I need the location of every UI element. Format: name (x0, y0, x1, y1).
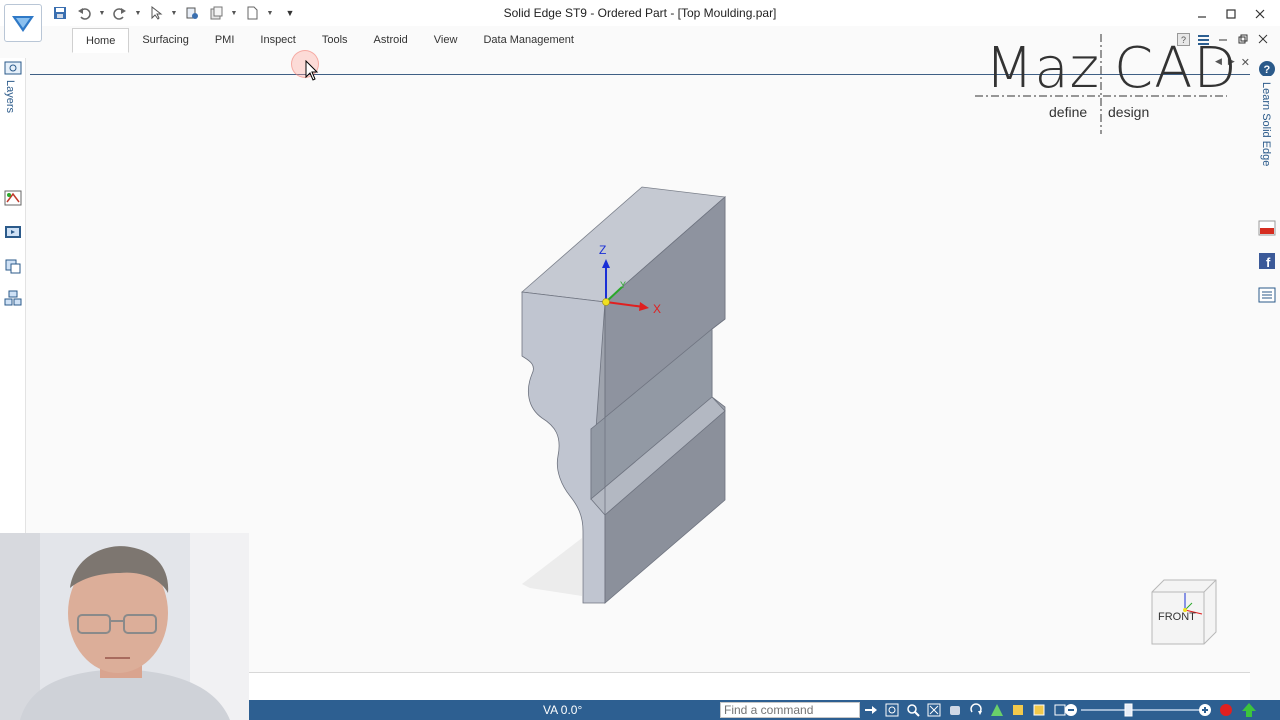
youtube-icon[interactable] (1258, 220, 1276, 236)
pathfinder-icon[interactable] (4, 190, 22, 206)
customize-icon[interactable]: ▼ (286, 4, 295, 22)
tab-astroid[interactable]: Astroid (361, 28, 421, 52)
solid-edge-logo-icon (12, 16, 34, 32)
y-axis-label: Y (620, 280, 626, 290)
learn-solid-edge-tab[interactable]: Learn Solid Edge (1260, 82, 1272, 166)
close-button[interactable] (1245, 4, 1274, 24)
minimize-button[interactable] (1187, 4, 1216, 24)
new-document-icon[interactable] (242, 4, 262, 22)
layers-panel-icon[interactable] (4, 60, 22, 76)
svg-text:?: ? (1264, 64, 1271, 76)
undo-icon[interactable] (74, 4, 94, 22)
new-document-dropdown-icon[interactable]: ▼ (266, 4, 274, 22)
community-icon[interactable] (1258, 287, 1276, 303)
solid-edge-window: Solid Edge ST9 - Ordered Part - [Top Mou… (0, 0, 1280, 720)
z-axis-label: Z (599, 243, 606, 257)
tab-tools[interactable]: Tools (309, 28, 361, 52)
tab-inspect[interactable]: Inspect (247, 28, 308, 52)
layers-tab-label[interactable]: Layers (4, 80, 16, 113)
facebook-icon[interactable]: f (1258, 253, 1276, 269)
fit-icon[interactable] (926, 702, 942, 718)
view-angle-readout: VA 0.0° (543, 703, 583, 717)
feature-library-icon[interactable] (4, 258, 22, 274)
zoom-icon[interactable] (905, 702, 921, 718)
display-configurations-icon[interactable] (4, 224, 22, 240)
mazcad-logo: Maz CAD define design (975, 34, 1238, 134)
up-arrow-icon[interactable] (1241, 702, 1257, 718)
view-tools (863, 702, 1068, 718)
rotate-icon[interactable] (968, 702, 984, 718)
svg-text:f: f (1266, 255, 1271, 269)
shaded-view-icon[interactable] (1010, 702, 1026, 718)
redo-dropdown-icon[interactable]: ▼ (134, 4, 142, 22)
spin-about-icon[interactable] (989, 702, 1005, 718)
arrow-right-icon[interactable] (863, 702, 879, 718)
properties-icon[interactable] (182, 4, 202, 22)
x-axis-label: X (653, 302, 661, 316)
shaded-edges-icon[interactable] (1031, 702, 1047, 718)
paste-icon[interactable] (206, 4, 226, 22)
doc-close-icon[interactable] (1254, 32, 1272, 46)
logo-tagline-right: design (1108, 104, 1150, 120)
left-docking-panel: Layers (0, 58, 26, 533)
webcam-inset (0, 533, 249, 720)
logo-wordmark: Maz CAD (985, 36, 1238, 101)
close-document-icon[interactable]: ✕ (1241, 56, 1250, 69)
paste-dropdown-icon[interactable]: ▼ (230, 4, 238, 22)
ribbon-tabs: Home Surfacing PMI Inspect Tools Astroid… (72, 27, 587, 53)
logo-tagline-left: define (1049, 104, 1088, 120)
redo-icon[interactable] (110, 4, 130, 22)
record-icon[interactable] (1218, 702, 1234, 718)
select-dropdown-icon[interactable]: ▼ (170, 4, 178, 22)
maximize-button[interactable] (1216, 4, 1245, 24)
find-command-input[interactable] (720, 702, 860, 718)
zoom-slider[interactable] (1063, 702, 1218, 718)
help-circle-icon[interactable]: ? (1258, 60, 1276, 76)
window-controls (1187, 4, 1274, 24)
mouse-cursor-icon (305, 60, 319, 81)
tab-surfacing[interactable]: Surfacing (129, 28, 201, 52)
zoom-area-icon[interactable] (884, 702, 900, 718)
quick-access-toolbar: ▼ ▼ ▼ ▼ ▼ ▼ (50, 3, 294, 23)
tab-view[interactable]: View (421, 28, 471, 52)
pan-icon[interactable] (947, 702, 963, 718)
tab-home[interactable]: Home (72, 27, 130, 53)
undo-dropdown-icon[interactable]: ▼ (98, 4, 106, 22)
select-icon[interactable] (146, 4, 166, 22)
tab-pmi[interactable]: PMI (202, 28, 248, 52)
prompt-bar (249, 672, 1250, 700)
view-cube[interactable]: FRONT (1150, 578, 1220, 648)
application-menu-button[interactable] (4, 4, 42, 42)
family-of-parts-icon[interactable] (4, 290, 22, 306)
save-icon[interactable] (50, 4, 70, 22)
model-shadow (522, 538, 582, 596)
view-cube-face-label[interactable]: FRONT (1158, 611, 1196, 623)
tab-data-management[interactable]: Data Management (470, 28, 587, 52)
